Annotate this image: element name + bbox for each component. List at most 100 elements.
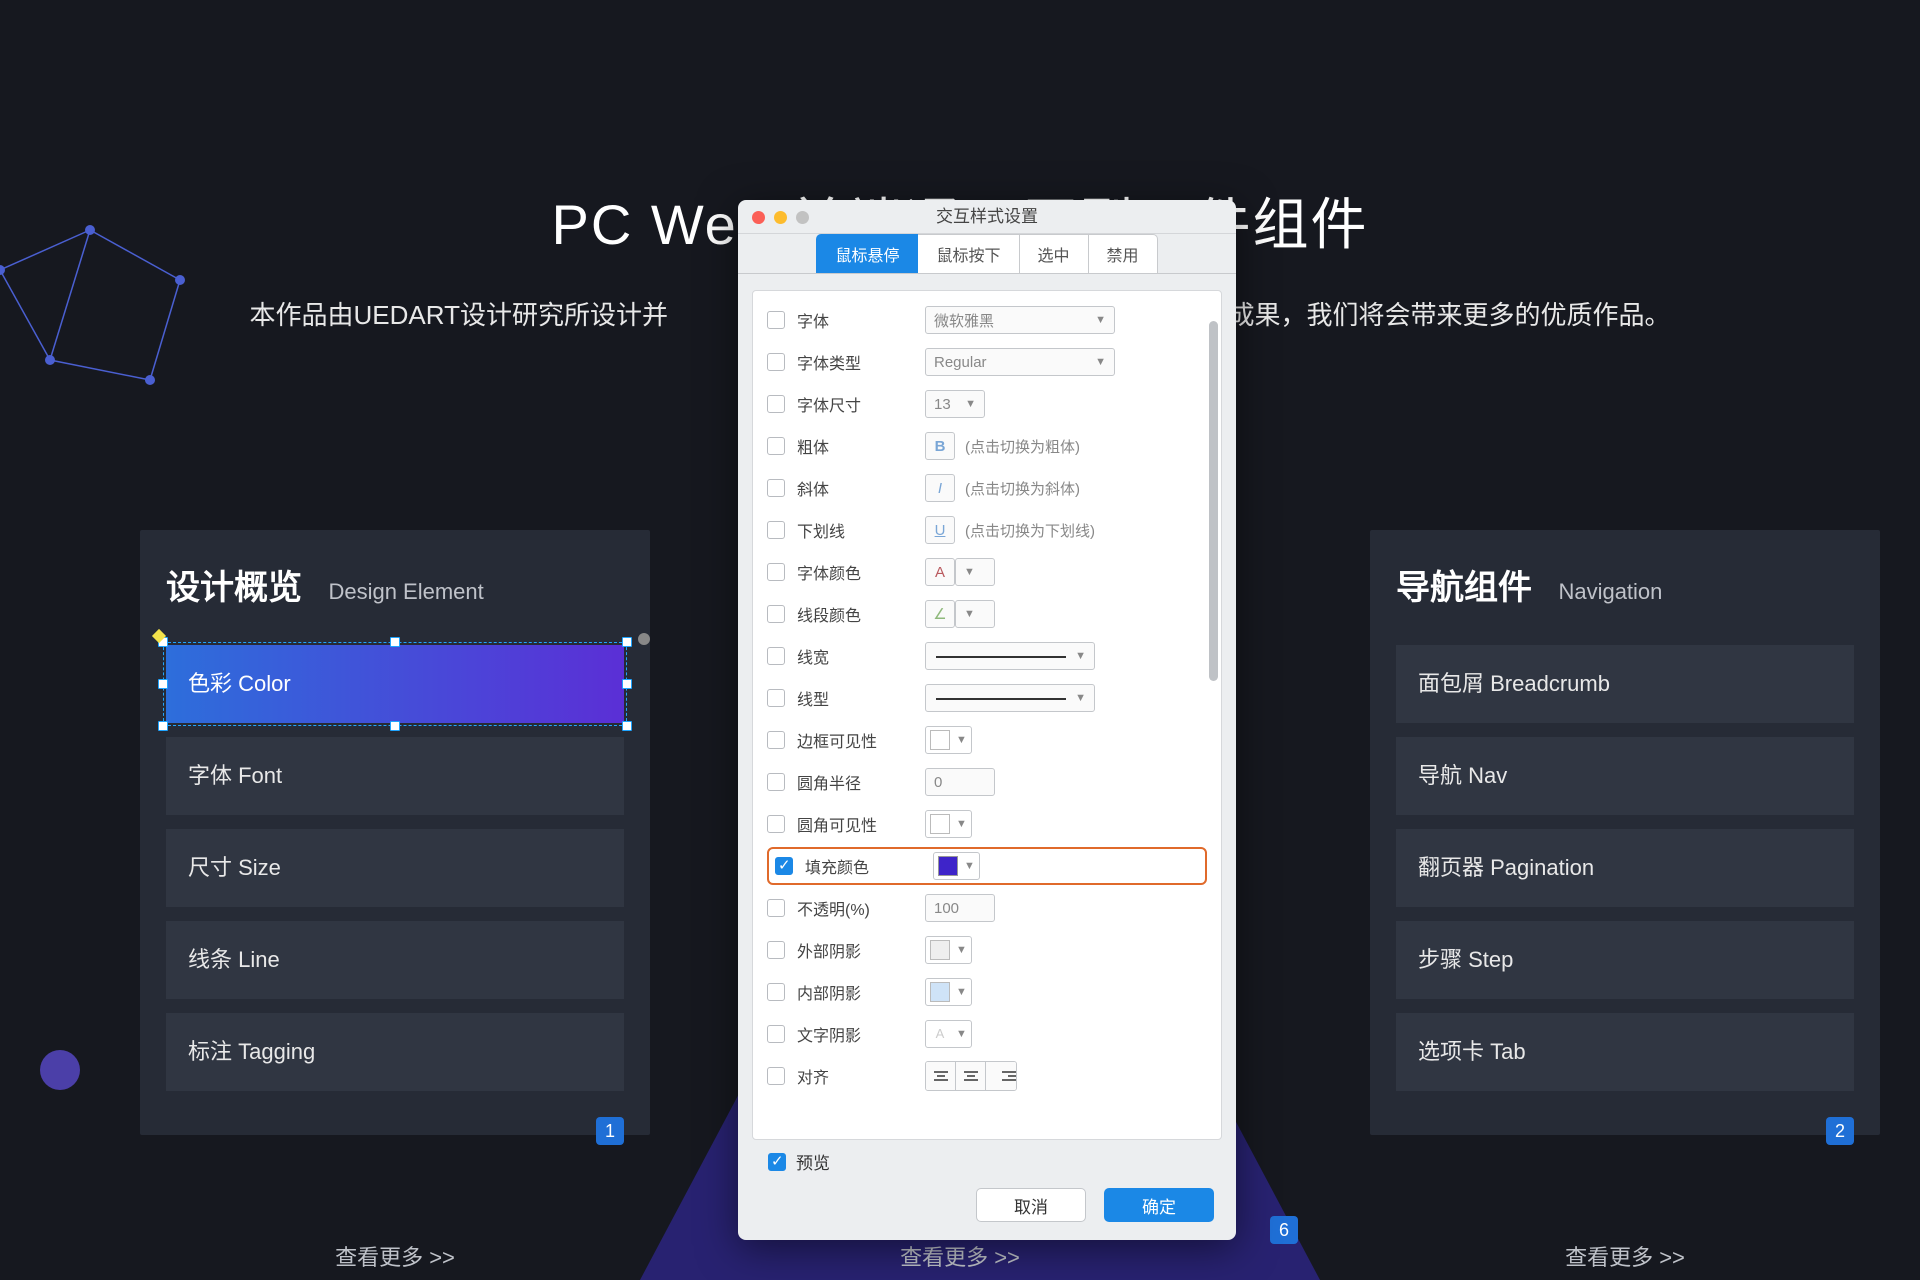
connector-handle-icon[interactable] [638,633,650,645]
window-zoom-icon[interactable] [796,211,809,224]
align-right-icon[interactable] [986,1062,1016,1090]
dialog-titlebar[interactable]: 交互样式设置 [738,200,1236,234]
label-align: 对齐 [797,1064,925,1088]
checkbox-opacity[interactable] [767,899,785,917]
bold-toggle-icon[interactable]: B [925,432,955,460]
row-border-visibility: 边框可见性 ▼ [767,719,1207,761]
label-preview: 预览 [796,1149,830,1174]
checkbox-underline[interactable] [767,521,785,539]
annotation-marker-icon[interactable] [152,629,166,643]
line-color-dropdown[interactable]: ▼ [955,600,995,628]
row-font: 字体 微软雅黑▼ [767,299,1207,341]
card-item-color[interactable]: 色彩 Color [166,645,624,723]
underline-toggle-icon[interactable]: U [925,516,955,544]
checkbox-line-style[interactable] [767,689,785,707]
select-font-size[interactable]: 13▼ [925,390,985,418]
more-link-right[interactable]: 查看更多 >> [1370,1240,1880,1272]
card-item-nav[interactable]: 导航 Nav [1396,737,1854,815]
outer-shadow-picker[interactable]: ▼ [925,936,972,964]
fill-color-picker[interactable]: ▼ [933,852,980,880]
card-item-font[interactable]: 字体 Font [166,737,624,815]
checkbox-font[interactable] [767,311,785,329]
opacity-field[interactable] [925,894,995,922]
checkbox-inner-shadow[interactable] [767,983,785,1001]
row-bold: 粗体 B (点击切换为粗体) [767,425,1207,467]
label-outer-shadow: 外部阴影 [797,938,925,962]
align-left-icon[interactable] [926,1062,956,1090]
checkbox-align[interactable] [767,1067,785,1085]
row-line-color: 线段颜色 ∠ ▼ [767,593,1207,635]
more-link-middle[interactable]: 查看更多 >> [700,1240,1220,1272]
card-title: 导航组件 [1396,560,1532,609]
label-bold: 粗体 [797,434,925,458]
line-color-picker[interactable]: ∠ [925,600,955,628]
checkbox-font-type[interactable] [767,353,785,371]
dialog-tabs: 鼠标悬停 鼠标按下 选中 禁用 [738,234,1236,274]
text-shadow-picker[interactable]: A▼ [925,1020,972,1048]
checkbox-font-size[interactable] [767,395,785,413]
line-width-select[interactable]: ▼ [925,642,1095,670]
card-item-tagging[interactable]: 标注 Tagging [166,1013,624,1091]
card-item-breadcrumb[interactable]: 面包屑 Breadcrumb [1396,645,1854,723]
card-item-line[interactable]: 线条 Line [166,921,624,999]
checkbox-border-visibility[interactable] [767,731,785,749]
font-color-picker[interactable]: A [925,558,955,586]
window-minimize-icon[interactable] [774,211,787,224]
label-inner-shadow: 内部阴影 [797,980,925,1004]
align-center-icon[interactable] [956,1062,986,1090]
tab-mouse-down[interactable]: 鼠标按下 [918,234,1019,273]
checkbox-line-color[interactable] [767,605,785,623]
checkbox-preview[interactable] [768,1153,786,1171]
checkbox-font-color[interactable] [767,563,785,581]
checkbox-italic[interactable] [767,479,785,497]
label-line-color: 线段颜色 [797,602,925,626]
tab-disabled[interactable]: 禁用 [1089,234,1158,273]
card-item-size[interactable]: 尺寸 Size [166,829,624,907]
row-underline: 下划线 U (点击切换为下划线) [767,509,1207,551]
dialog-scroll[interactable]: 字体 微软雅黑▼ 字体类型 Regular▼ 字体尺寸 13▼ 粗体 B (点击… [753,291,1221,1139]
corner-radius-field[interactable] [925,768,995,796]
checkbox-corner-visibility[interactable] [767,815,785,833]
more-link-left[interactable]: 查看更多 >> [140,1240,650,1272]
checkbox-line-width[interactable] [767,647,785,665]
card-badge-middle: 6 [1270,1216,1298,1244]
interaction-style-dialog: 交互样式设置 鼠标悬停 鼠标按下 选中 禁用 字体 微软雅黑▼ 字体类型 Reg… [738,200,1236,1240]
dialog-body: 字体 微软雅黑▼ 字体类型 Regular▼ 字体尺寸 13▼ 粗体 B (点击… [752,290,1222,1140]
row-font-size: 字体尺寸 13▼ [767,383,1207,425]
row-font-type: 字体类型 Regular▼ [767,341,1207,383]
select-font[interactable]: 微软雅黑▼ [925,306,1115,334]
checkbox-text-shadow[interactable] [767,1025,785,1043]
window-close-icon[interactable] [752,211,765,224]
dialog-scrollbar[interactable] [1209,321,1218,681]
checkbox-corner-radius[interactable] [767,773,785,791]
card-title: 设计概览 [166,560,302,609]
card-badge: 2 [1826,1117,1854,1145]
line-style-select[interactable]: ▼ [925,684,1095,712]
row-font-color: 字体颜色 A ▼ [767,551,1207,593]
row-corner-radius: 圆角半径 [767,761,1207,803]
checkbox-fill-color[interactable] [775,857,793,875]
corner-visibility-picker[interactable]: ▼ [925,810,972,838]
tab-mouse-hover[interactable]: 鼠标悬停 [816,234,918,273]
card-navigation: 导航组件 Navigation 面包屑 Breadcrumb 导航 Nav 翻页… [1370,530,1880,1135]
card-item-step[interactable]: 步骤 Step [1396,921,1854,999]
italic-toggle-icon[interactable]: I [925,474,955,502]
preview-checkbox-row: 预览 [768,1149,830,1174]
label-font: 字体 [797,308,925,332]
border-visibility-picker[interactable]: ▼ [925,726,972,754]
inner-shadow-picker[interactable]: ▼ [925,978,972,1006]
checkbox-outer-shadow[interactable] [767,941,785,959]
card-item-pagination[interactable]: 翻页器 Pagination [1396,829,1854,907]
tab-selected[interactable]: 选中 [1020,234,1089,273]
cancel-button[interactable]: 取消 [976,1188,1086,1222]
ok-button[interactable]: 确定 [1104,1188,1214,1222]
row-line-width: 线宽 ▼ [767,635,1207,677]
checkbox-bold[interactable] [767,437,785,455]
label-italic: 斜体 [797,476,925,500]
row-fill-color: 填充颜色 ▼ [767,847,1207,885]
card-item-tab[interactable]: 选项卡 Tab [1396,1013,1854,1091]
select-font-type[interactable]: Regular▼ [925,348,1115,376]
row-text-shadow: 文字阴影 A▼ [767,1013,1207,1055]
label-corner-radius: 圆角半径 [797,770,925,794]
font-color-dropdown[interactable]: ▼ [955,558,995,586]
